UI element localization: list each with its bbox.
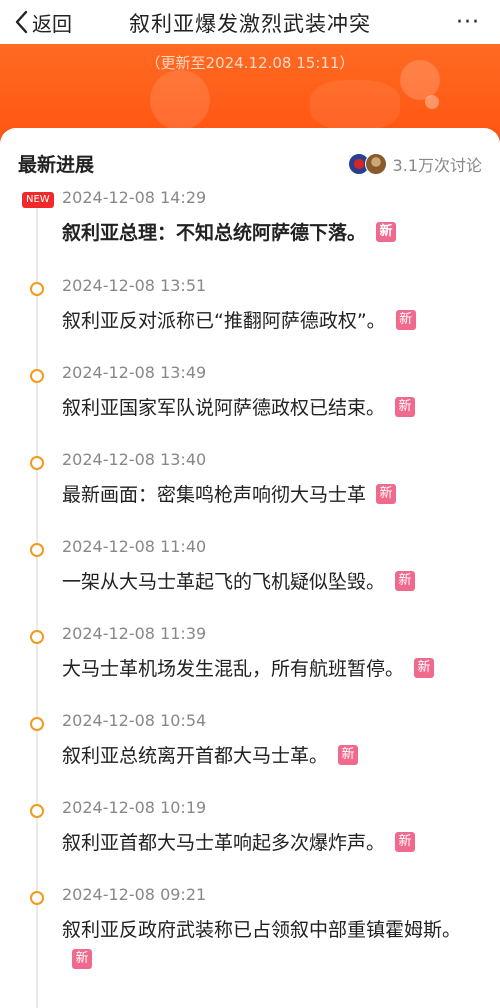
- xin-badge: 新: [72, 948, 92, 969]
- content-card: 最新进展 3.1万次讨论 NEW 2024-12-08 14:29 叙利亚总理：不知…: [0, 128, 500, 1008]
- timeline-text: 一架从大马士革起飞的飞机疑似坠毁。新: [62, 567, 472, 597]
- timeline-text: 最新画面：密集鸣枪声响彻大马士革新: [62, 480, 472, 510]
- xin-badge: 新: [376, 483, 397, 504]
- xin-badge: 新: [395, 831, 416, 852]
- timeline-dot: [30, 282, 44, 296]
- xin-badge: 新: [395, 396, 416, 417]
- timeline-dot: [30, 543, 44, 557]
- timeline-headline: 大马士革机场发生混乱，所有航班暂停。: [62, 658, 405, 680]
- banner-decoration: [425, 95, 439, 109]
- timeline-headline: 叙利亚反政府武装称已占领叙中部重镇霍姆斯。: [62, 919, 462, 941]
- xin-badge: 新: [338, 744, 359, 765]
- timeline-headline: 叙利亚总统离开首都大马士革。: [62, 745, 329, 767]
- timeline-headline: 一架从大马士革起飞的飞机疑似坠毁。: [62, 571, 386, 593]
- timeline-text: 叙利亚首都大马士革响起多次爆炸声。新: [62, 828, 472, 858]
- timeline-headline: 叙利亚总理：不知总统阿萨德下落。: [62, 222, 367, 244]
- back-button[interactable]: 返回: [14, 8, 72, 36]
- timeline-text: 叙利亚反政府武装称已占领叙中部重镇霍姆斯。新: [62, 915, 472, 975]
- timeline-time: 2024-12-08 09:21: [62, 885, 207, 904]
- timeline-dot: [30, 630, 44, 644]
- timeline-time: 2024-12-08 14:29: [62, 188, 207, 207]
- timeline-time: 2024-12-08 10:54: [62, 711, 207, 730]
- chevron-left-icon: [15, 10, 28, 34]
- banner-decoration: [310, 80, 400, 130]
- new-badge: NEW: [22, 192, 54, 208]
- timeline-headline: 最新画面：密集鸣枪声响彻大马士革: [62, 484, 367, 506]
- timeline-dot: [30, 804, 44, 818]
- timeline-dot: [30, 717, 44, 731]
- xin-badge: 新: [376, 221, 397, 242]
- avatar: [364, 153, 387, 175]
- timeline-time: 2024-12-08 10:19: [62, 798, 207, 817]
- avatar-group: [347, 153, 387, 175]
- timeline-text: 叙利亚总理：不知总统阿萨德下落。新: [62, 218, 472, 248]
- xin-badge: 新: [395, 570, 416, 591]
- timeline-headline: 叙利亚国家军队说阿萨德政权已结束。: [62, 397, 386, 419]
- banner-decoration: [150, 70, 210, 130]
- timeline-dot: [30, 891, 44, 905]
- timeline: NEW 2024-12-08 14:29 叙利亚总理：不知总统阿萨德下落。新 2024…: [0, 188, 500, 1008]
- timeline-time: 2024-12-08 13:40: [62, 450, 207, 469]
- timeline-text: 叙利亚反对派称已“推翻阿萨德政权”。新: [62, 306, 472, 336]
- section-title: 最新进展: [18, 154, 95, 176]
- timeline-headline: 叙利亚首都大马士革响起多次爆炸声。: [62, 832, 386, 854]
- timeline-dot: [30, 369, 44, 383]
- timeline-time: 2024-12-08 11:40: [62, 537, 207, 556]
- back-label: 返回: [32, 11, 72, 36]
- discussion-summary[interactable]: 3.1万次讨论: [347, 152, 482, 176]
- xin-badge: 新: [414, 657, 435, 678]
- section-header: 最新进展 3.1万次讨论: [18, 148, 482, 182]
- more-icon[interactable]: ···: [456, 10, 480, 35]
- updated-time: （更新至2024.12.08 15:11）: [145, 54, 355, 72]
- page-title: 叙利亚爆发激烈武装冲突: [129, 12, 371, 36]
- timeline-text: 大马士革机场发生混乱，所有航班暂停。新: [62, 654, 472, 684]
- timeline-time: 2024-12-08 13:51: [62, 276, 207, 295]
- timeline-text: 叙利亚国家军队说阿萨德政权已结束。新: [62, 393, 472, 423]
- timeline-line: [36, 208, 38, 1008]
- timeline-time: 2024-12-08 13:49: [62, 363, 207, 382]
- timeline-time: 2024-12-08 11:39: [62, 624, 207, 643]
- xin-badge: 新: [395, 309, 416, 330]
- timeline-dot: [30, 456, 44, 470]
- timeline-text: 叙利亚总统离开首都大马士革。新: [62, 741, 472, 771]
- discussion-count: 3.1万次讨论: [392, 156, 482, 175]
- timeline-headline: 叙利亚反对派称已“推翻阿萨德政权”。: [62, 310, 386, 332]
- navigation-bar: 返回 叙利亚爆发激烈武装冲突 ···: [0, 0, 500, 44]
